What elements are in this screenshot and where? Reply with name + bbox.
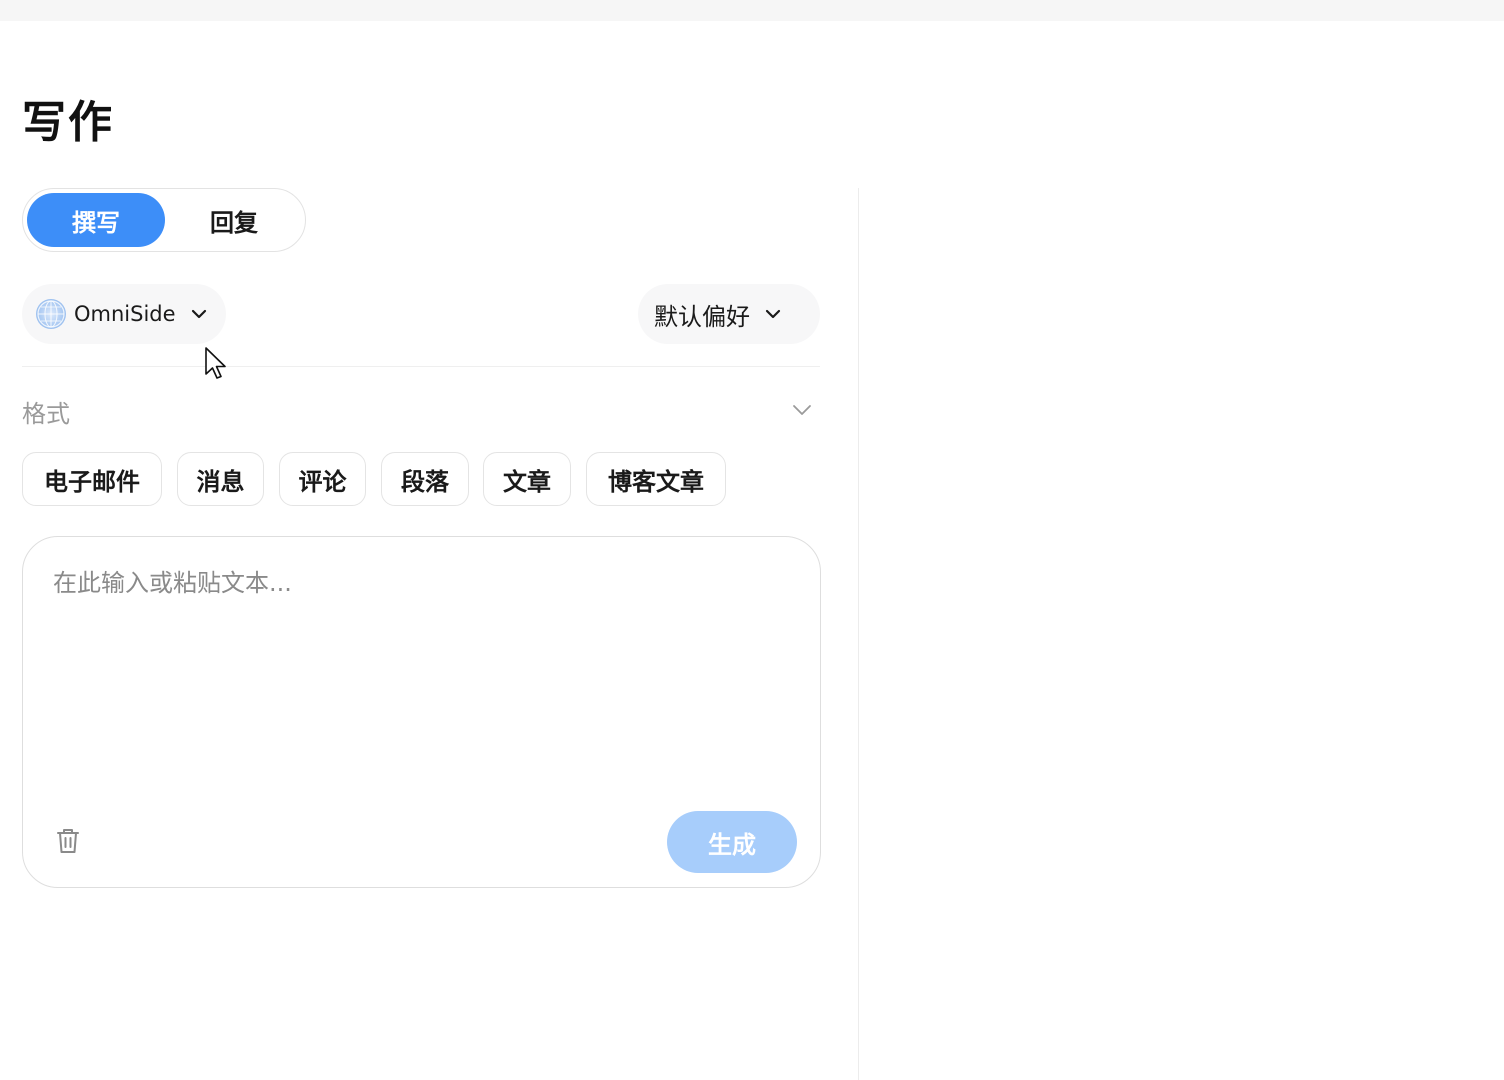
source-selector-label: OmniSide — [74, 302, 176, 326]
format-chip-paragraph[interactable]: 段落 — [381, 452, 469, 506]
text-editor: 生成 — [22, 536, 821, 888]
text-input[interactable] — [53, 563, 783, 793]
tab-reply[interactable]: 回复 — [165, 193, 303, 247]
format-chip-comment[interactable]: 评论 — [279, 452, 366, 506]
chevron-down-icon — [764, 305, 782, 323]
page-title: 写作 — [22, 97, 114, 148]
format-label: 格式 — [22, 400, 70, 428]
mouse-pointer-icon — [204, 346, 230, 382]
format-chip-email[interactable]: 电子邮件 — [22, 452, 162, 506]
tab-compose[interactable]: 撰写 — [27, 193, 165, 247]
preference-selector-label: 默认偏好 — [654, 302, 750, 331]
format-chip-message[interactable]: 消息 — [177, 452, 264, 506]
generate-button[interactable]: 生成 — [667, 811, 797, 873]
top-bar — [0, 0, 1504, 21]
format-chip-blog-post[interactable]: 博客文章 — [586, 452, 726, 506]
globe-icon — [36, 299, 66, 329]
mode-toggle: 撰写 回复 — [22, 188, 306, 252]
format-collapse-chevron-icon[interactable] — [790, 400, 814, 420]
format-chip-article[interactable]: 文章 — [483, 452, 571, 506]
chevron-down-icon — [190, 305, 208, 323]
section-divider — [22, 366, 820, 367]
panel-divider — [858, 188, 859, 1080]
source-selector[interactable]: OmniSide — [22, 284, 226, 344]
preference-selector[interactable]: 默认偏好 — [638, 284, 820, 344]
trash-icon[interactable] — [55, 827, 81, 855]
